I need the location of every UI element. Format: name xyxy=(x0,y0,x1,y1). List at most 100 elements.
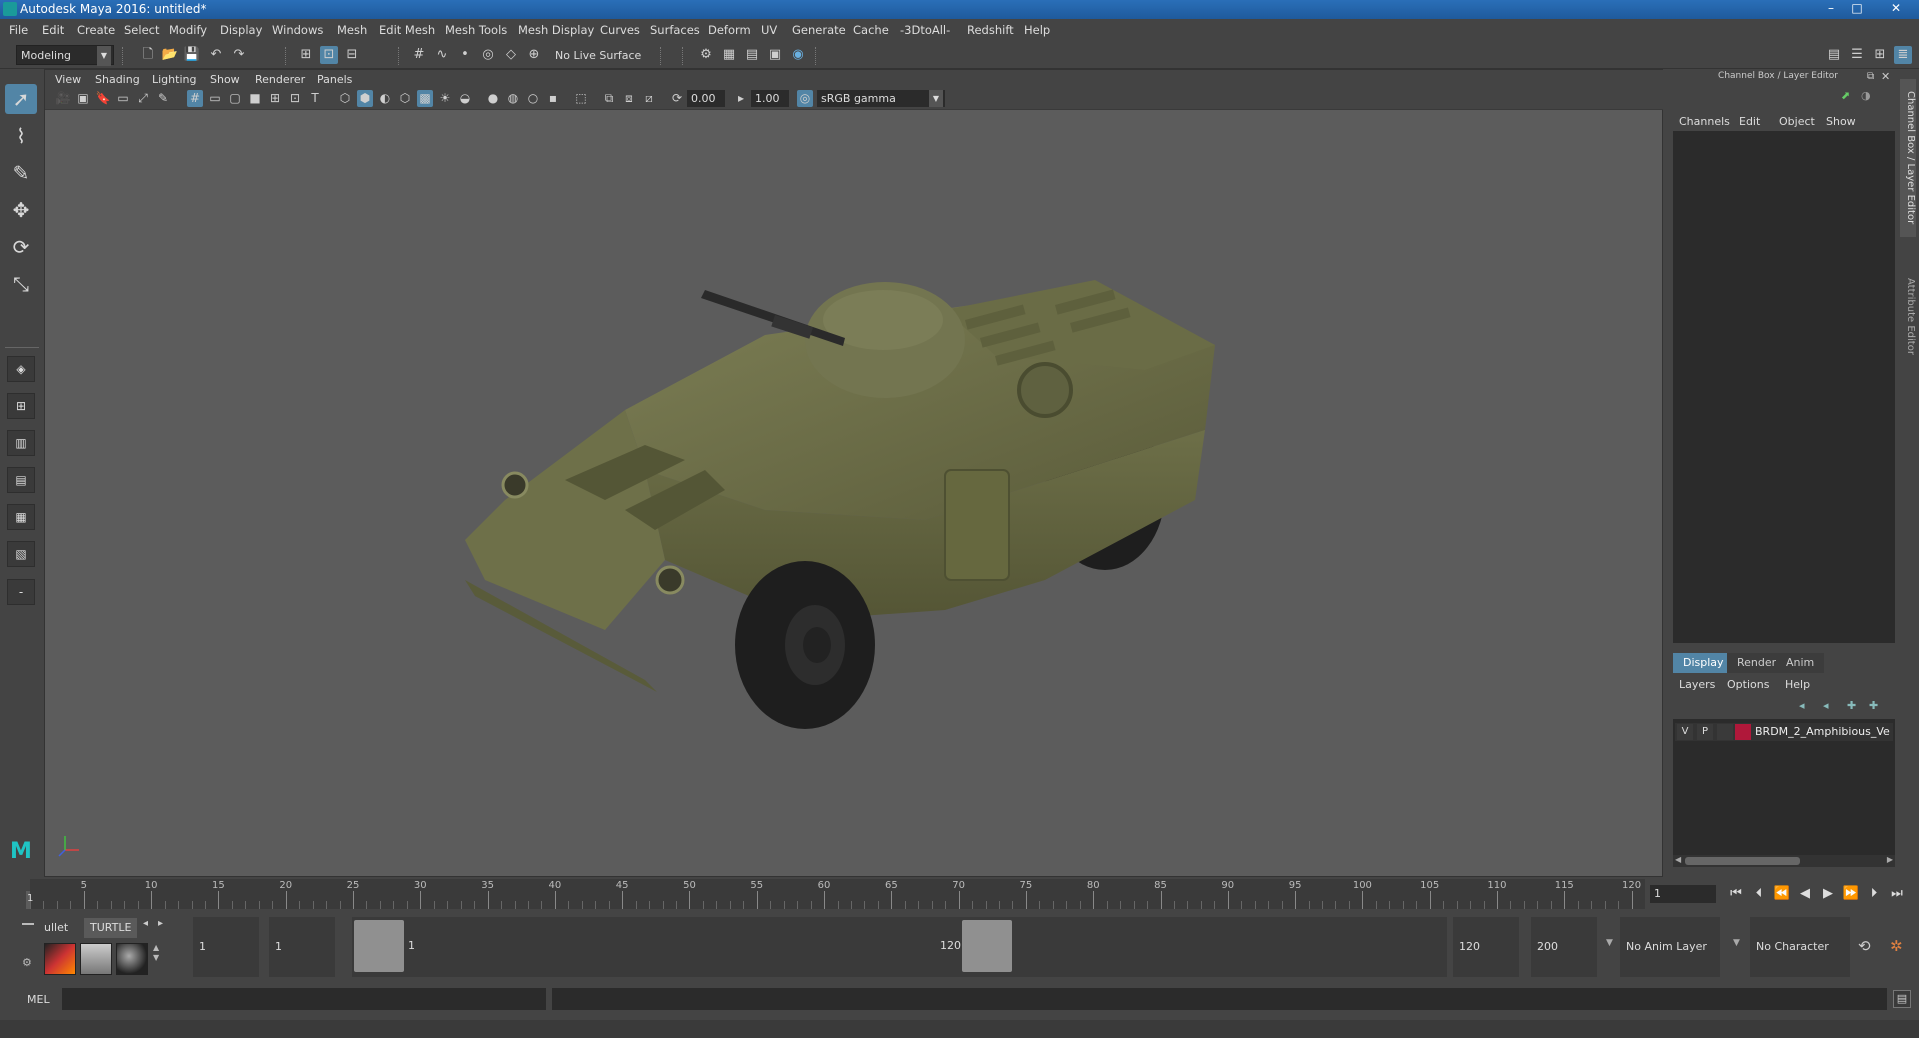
snap-point-icon[interactable]: • xyxy=(456,46,474,64)
layer-playback-toggle[interactable]: P xyxy=(1697,724,1713,740)
current-frame-field[interactable]: 1 xyxy=(1650,885,1716,903)
go-to-end-icon[interactable]: ⏭ xyxy=(1887,884,1907,904)
range-slider[interactable]: 1 120 xyxy=(352,917,1447,977)
wireframe-on-shaded-icon[interactable]: ⬡ xyxy=(397,90,413,107)
xray-joints-icon[interactable]: ⧄ xyxy=(641,90,657,107)
menu-deform[interactable]: Deform xyxy=(708,23,751,37)
shelf-scroll-left-icon[interactable]: ◂ xyxy=(143,918,148,929)
four-view-layout-icon[interactable]: ⊞ xyxy=(7,393,35,419)
side-tab-channel-box[interactable]: Channel Box / Layer Editor xyxy=(1900,79,1916,237)
menu-edit-mesh[interactable]: Edit Mesh xyxy=(379,23,435,37)
animation-end-field[interactable]: 200 xyxy=(1531,917,1597,977)
panel-menu-show[interactable]: Show xyxy=(210,73,240,86)
scrollbar-thumb[interactable] xyxy=(1685,857,1800,865)
render-view-icon[interactable]: ▦ xyxy=(720,46,738,64)
playback-start-field[interactable]: 1 xyxy=(269,917,335,977)
2d-pan-zoom-icon[interactable]: ⤢ xyxy=(135,90,151,107)
vehicle-model[interactable] xyxy=(465,280,1215,729)
menu-mesh-tools[interactable]: Mesh Tools xyxy=(445,23,507,37)
side-tab-attribute-editor[interactable]: Attribute Editor xyxy=(1900,241,1916,391)
safe-action-icon[interactable]: ⊡ xyxy=(287,90,303,107)
panel-menu-shading[interactable]: Shading xyxy=(95,73,140,86)
menu-mesh-display[interactable]: Mesh Display xyxy=(518,23,594,37)
layer-horizontal-scrollbar[interactable]: ◀ ▶ xyxy=(1673,855,1895,867)
panel-menu-view[interactable]: View xyxy=(55,73,81,86)
render-current-frame-icon[interactable]: ▤ xyxy=(743,46,761,64)
channels-menu[interactable]: Channels xyxy=(1679,115,1730,128)
make-live-icon[interactable]: ⊕ xyxy=(525,46,543,64)
grease-pencil-icon[interactable]: ✎ xyxy=(155,90,171,107)
float-icon[interactable]: ⧉ xyxy=(1867,71,1874,82)
menu-3dtoall[interactable]: -3DtoAll- xyxy=(900,23,950,37)
select-tool-icon[interactable]: ➚ xyxy=(5,84,37,114)
select-component-icon[interactable]: ⊟ xyxy=(343,46,361,64)
menuset-dropdown[interactable]: Modeling ▼ xyxy=(16,45,114,66)
scroll-right-icon[interactable]: ▶ xyxy=(1887,855,1893,864)
gamma-field[interactable]: 1.00 xyxy=(751,90,789,107)
shelf-menu-icon[interactable] xyxy=(22,923,34,925)
script-editor-icon[interactable]: ▤ xyxy=(1893,990,1911,1008)
safe-title-icon[interactable]: T xyxy=(307,90,323,107)
film-gate-icon[interactable]: ▭ xyxy=(207,90,223,107)
view-transform-dropdown[interactable]: sRGB gamma ▼ xyxy=(817,90,945,107)
xray-icon[interactable]: ⧉ xyxy=(601,90,617,107)
menu-surfaces[interactable]: Surfaces xyxy=(650,23,700,37)
field-chart-icon[interactable]: ⊞ xyxy=(267,90,283,107)
step-back-icon[interactable]: ⏴ xyxy=(1749,884,1769,904)
menu-modify[interactable]: Modify xyxy=(169,23,207,37)
single-perspective-layout-icon[interactable]: ◈ xyxy=(7,356,35,382)
exposure-icon[interactable]: ⟳ xyxy=(669,90,685,107)
shelf-scroll-right-icon[interactable]: ▸ xyxy=(158,918,163,929)
menu-generate[interactable]: Generate xyxy=(792,23,846,37)
hypershade-icon[interactable]: ◉ xyxy=(789,46,807,64)
play-backward-icon[interactable]: ◀ xyxy=(1795,884,1815,904)
character-set-dropdown[interactable]: No Character Set xyxy=(1750,917,1850,1013)
menu-select[interactable]: Select xyxy=(124,23,159,37)
scroll-left-icon[interactable]: ◀ xyxy=(1675,855,1681,864)
use-default-material-icon[interactable]: ◐ xyxy=(377,90,393,107)
menu-uv[interactable]: UV xyxy=(761,23,777,37)
channel-box-toggle-icon[interactable]: ≣ xyxy=(1894,46,1912,64)
close-button[interactable]: ✕ xyxy=(1876,0,1916,17)
shelf-tab-bullet[interactable]: ullet xyxy=(38,918,74,938)
turtle-bake-icon[interactable] xyxy=(80,943,112,975)
shelf-scroll-icon[interactable]: ▲ ▼ xyxy=(153,943,159,963)
depth-of-field-icon[interactable]: ▪ xyxy=(545,90,561,107)
select-object-icon[interactable]: ⊡ xyxy=(320,46,338,64)
redo-icon[interactable]: ↷ xyxy=(230,46,248,64)
layer-display-type[interactable] xyxy=(1717,724,1733,740)
snap-curve-icon[interactable]: ∿ xyxy=(433,46,451,64)
close-panel-icon[interactable]: ✕ xyxy=(1881,70,1890,83)
multisample-aa-icon[interactable]: ○ xyxy=(525,90,541,107)
menu-display[interactable]: Display xyxy=(220,23,262,37)
snap-view-plane-icon[interactable]: ◇ xyxy=(502,46,520,64)
new-scene-icon[interactable]: 🗋 xyxy=(139,46,157,64)
ipr-render-icon[interactable]: ▣ xyxy=(766,46,784,64)
persp-graph-layout-icon[interactable]: ▤ xyxy=(7,467,35,493)
menu-file[interactable]: File xyxy=(9,23,28,37)
layer-row[interactable]: V P BRDM_2_Amphibious_Ve xyxy=(1675,723,1893,741)
wireframe-icon[interactable]: ⬡ xyxy=(337,90,353,107)
step-forward-key-icon[interactable]: ⏩ xyxy=(1841,884,1861,904)
animation-start-field[interactable]: 1 xyxy=(193,917,259,977)
resolution-gate-icon[interactable]: ▢ xyxy=(227,90,243,107)
image-plane-icon[interactable]: ▭ xyxy=(115,90,131,107)
camera-attributes-icon[interactable]: ▣ xyxy=(75,90,91,107)
show-menu[interactable]: Show xyxy=(1826,115,1856,128)
snap-grid-icon[interactable]: # xyxy=(410,46,428,64)
textured-icon[interactable]: ▩ xyxy=(417,90,433,107)
scale-tool-icon[interactable]: ⤡ xyxy=(5,269,37,299)
move-layer-up-icon[interactable]: ◂ xyxy=(1799,699,1805,712)
use-all-lights-icon[interactable]: ☀ xyxy=(437,90,453,107)
menu-cache[interactable]: Cache xyxy=(853,23,889,37)
hypershade-persp-layout-icon[interactable]: ▧ xyxy=(7,541,35,567)
step-back-key-icon[interactable]: ⏪ xyxy=(1772,884,1792,904)
play-forward-icon[interactable]: ▶ xyxy=(1818,884,1838,904)
menu-create[interactable]: Create xyxy=(77,23,115,37)
smooth-shade-icon[interactable]: ⬢ xyxy=(357,90,373,107)
turtle-render-icon[interactable] xyxy=(44,943,76,975)
menu-windows[interactable]: Windows xyxy=(272,23,323,37)
turtle-material-icon[interactable] xyxy=(116,943,148,975)
3d-viewport[interactable]: persp xyxy=(45,110,1662,908)
render-settings-icon[interactable]: ⚙ xyxy=(697,46,715,64)
